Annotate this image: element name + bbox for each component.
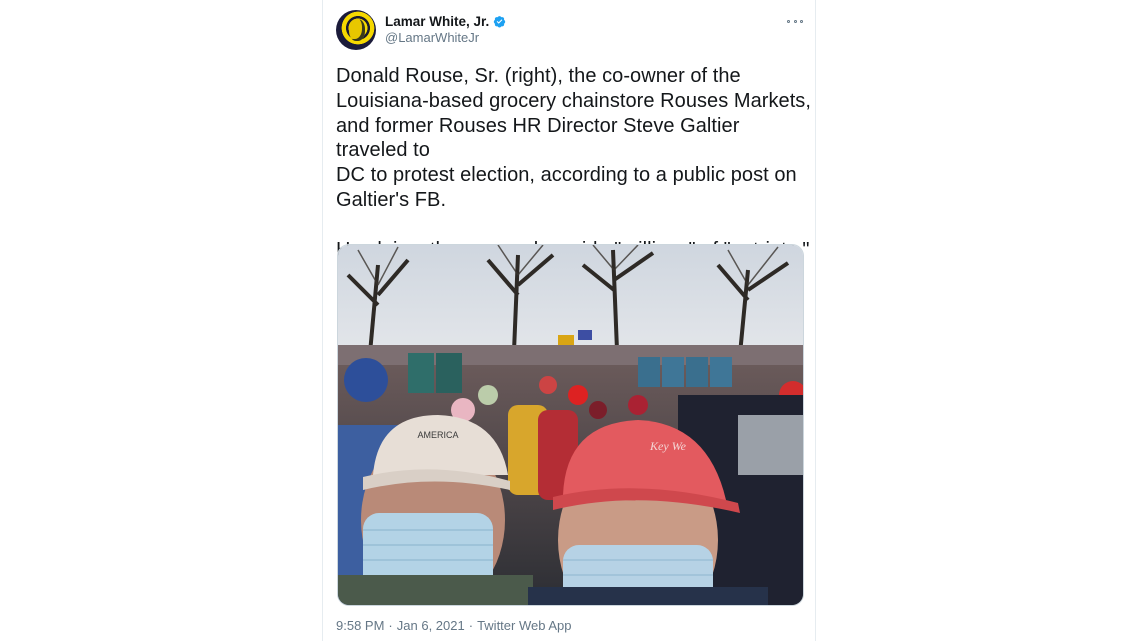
tweet-date[interactable]: Jan 6, 2021	[397, 618, 465, 633]
verified-badge-icon	[494, 16, 506, 28]
more-dot	[800, 19, 803, 23]
meta-separator: ·	[388, 618, 393, 633]
avatar-face	[349, 19, 365, 41]
more-dot	[793, 19, 797, 23]
author-avatar[interactable]	[336, 10, 376, 50]
tweet-author: Lamar White, Jr. @LamarWhiteJr	[385, 13, 506, 45]
tweet-paragraph: Donald Rouse, Sr. (right), the co-owner …	[336, 65, 811, 211]
tweet-card[interactable]: Lamar White, Jr. @LamarWhiteJr Donald Ro…	[322, 0, 816, 641]
author-display-name[interactable]: Lamar White, Jr.	[385, 14, 489, 29]
name-row: Lamar White, Jr.	[385, 13, 506, 30]
tweet-source[interactable]: Twitter Web App	[477, 618, 571, 633]
author-handle[interactable]: @LamarWhiteJr	[385, 30, 506, 45]
meta-separator: ·	[468, 618, 474, 633]
tweet-time[interactable]: 9:58 PM	[336, 618, 384, 633]
tweet-meta: 9:58 PM · Jan 6, 2021 · Twitter Web App	[336, 618, 571, 633]
page: Lamar White, Jr. @LamarWhiteJr Donald Ro…	[0, 0, 1140, 641]
tweet-photo[interactable]: AMERICA Key We	[337, 244, 804, 606]
more-dot	[787, 19, 790, 23]
tweet-text: Donald Rouse, Sr. (right), the co-owner …	[336, 64, 811, 263]
right-cap-print: Key We	[649, 439, 687, 453]
crowd-selfie-image: AMERICA Key We	[338, 245, 803, 605]
left-cap-print: AMERICA	[417, 430, 458, 440]
more-options-icon[interactable]	[787, 14, 803, 28]
